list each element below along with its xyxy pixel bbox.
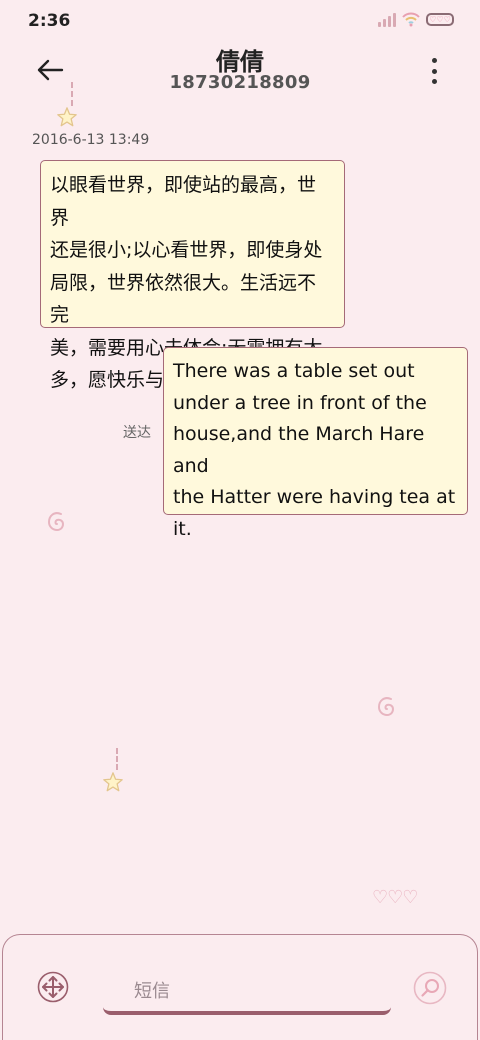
delivery-status: 送达 [123, 425, 151, 441]
decor-dash-line [71, 82, 73, 106]
sms-input-placeholder: 短信 [134, 981, 170, 1002]
wifi-icon [402, 12, 420, 27]
message-line: There was a table set out [173, 360, 415, 382]
sms-input[interactable]: 短信 [103, 965, 391, 1015]
menu-dot [431, 58, 437, 63]
menu-dot [431, 68, 437, 74]
message-line: under a tree in front of the [173, 391, 427, 414]
hearts-decoration: ♡♡♡ [372, 887, 418, 908]
compose-panel: 短信 [2, 934, 478, 1040]
more-options-button[interactable] [428, 58, 440, 84]
message-timestamp: 2016-6-13 13:49 [32, 132, 150, 148]
message-line: 以眼看世界，即使站的最高，世界 [50, 174, 317, 229]
message-line: 还是很小;以心看世界，即使身处 [50, 239, 323, 261]
status-icons: ♡♡♡ [378, 11, 454, 27]
search-icon[interactable] [413, 971, 447, 1005]
battery-icon: ♡♡♡ [426, 12, 454, 26]
battery-level: ♡♡♡ [429, 14, 451, 24]
incoming-message-bubble[interactable]: 以眼看世界，即使站的最高，世界 还是很小;以心看世界，即使身处 局限，世界依然很… [40, 160, 345, 391]
message-line: the Hatter were having tea at [173, 486, 456, 508]
outgoing-message-bubble[interactable]: There was a table set out under a tree i… [163, 347, 468, 540]
star-icon [103, 772, 123, 792]
status-bar: 2:36 ♡♡♡ [0, 0, 480, 42]
signal-icon [378, 11, 396, 27]
message-line: 局限，世界依然很大。生活远不完 [50, 271, 317, 327]
status-time: 2:36 [28, 11, 71, 31]
menu-dot [431, 79, 437, 84]
message-line: it. [173, 517, 192, 540]
move-arrows-icon[interactable] [37, 971, 69, 1003]
star-icon [57, 107, 77, 127]
swirl-icon [377, 697, 395, 717]
decor-dash-line [116, 748, 118, 770]
swirl-icon [47, 512, 65, 532]
message-line: house,and the March Hare and [173, 423, 425, 477]
